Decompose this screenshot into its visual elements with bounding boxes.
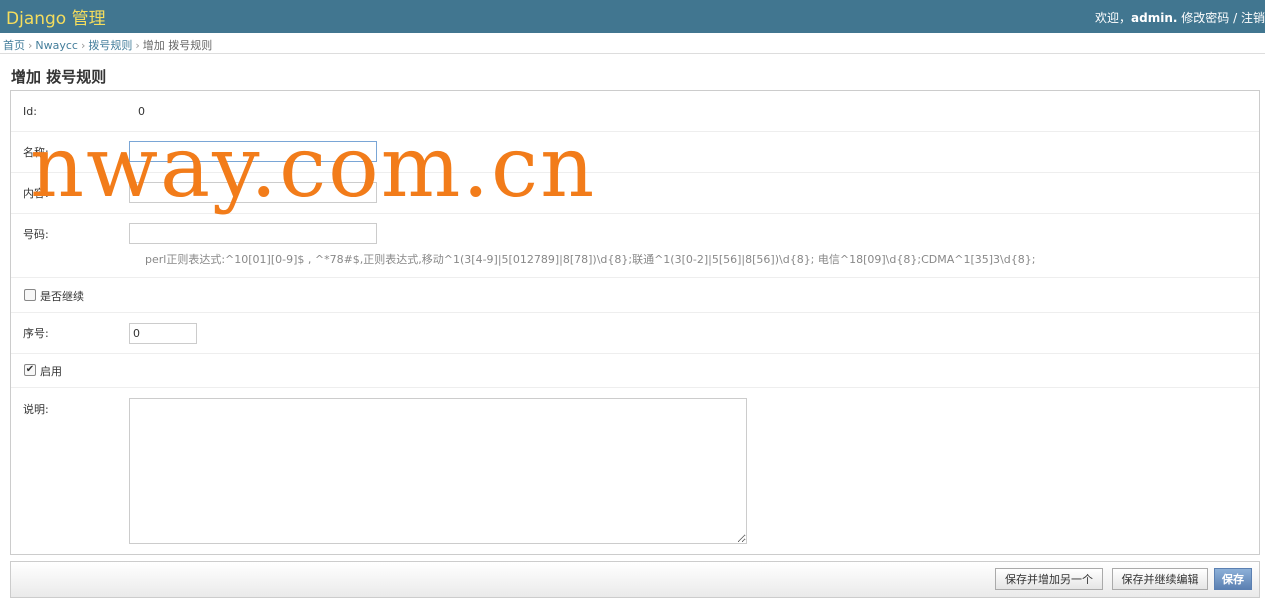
form-row-inherit: 是否继续 (11, 278, 1259, 313)
id-value: 0 (138, 105, 145, 118)
logout-link[interactable]: 注销 (1241, 11, 1265, 25)
breadcrumb-separator: › (80, 39, 86, 52)
header-bar: Django 管理 欢迎，admin. 修改密码 / 注销 (0, 0, 1265, 33)
save-add-another-button[interactable]: 保存并增加另一个 (995, 568, 1103, 590)
form-row-name: 名称: (11, 132, 1259, 173)
save-button[interactable]: 保存 (1214, 568, 1252, 590)
number-label: 号码: (23, 228, 49, 241)
user-tools: 欢迎，admin. 修改密码 / 注销 (1095, 9, 1265, 26)
form-row-content: 内容: (11, 173, 1259, 214)
change-password-link[interactable]: 修改密码 (1181, 11, 1229, 25)
breadcrumb-separator: › (135, 39, 140, 52)
inherit-checkbox[interactable] (24, 289, 36, 301)
form-row-enabled: ✔ 启用 (11, 354, 1259, 388)
breadcrumb: 首页 › Nwaycc › 拨号规则 › 增加 拨号规则 (0, 33, 1265, 54)
form-row-id: Id: 0 (11, 91, 1259, 132)
page-title: 增加 拨号规则 (11, 68, 107, 86)
description-field[interactable] (129, 398, 747, 544)
breadcrumb-app[interactable]: Nwaycc (35, 39, 78, 52)
number-field[interactable] (129, 223, 377, 244)
site-branding[interactable]: Django 管理 (6, 4, 106, 29)
form-row-number: 号码: perl正则表达式:^10[01][0-9]$ , ^*78#$,正则表… (11, 214, 1259, 278)
breadcrumb-home[interactable]: 首页 (3, 39, 25, 52)
user-tools-separator: / (1233, 11, 1238, 25)
username: admin. (1131, 11, 1178, 25)
form-module: Id: 0 名称: 内容: 号码: perl正则表达式:^10[01][0-9]… (10, 90, 1260, 555)
breadcrumb-separator: › (28, 39, 33, 52)
number-help-text: perl正则表达式:^10[01][0-9]$ , ^*78#$,正则表达式,移… (145, 253, 1036, 266)
breadcrumb-model[interactable]: 拨号规则 (88, 39, 132, 52)
content-label: 内容: (23, 187, 49, 200)
id-label: Id: (23, 105, 37, 118)
inherit-label: 是否继续 (40, 290, 84, 303)
welcome-text: 欢迎， (1095, 11, 1132, 25)
name-field[interactable] (129, 141, 377, 162)
breadcrumb-current: 增加 拨号规则 (142, 39, 213, 52)
form-row-order: 序号: (11, 313, 1259, 354)
order-field[interactable] (129, 323, 197, 344)
content-field[interactable] (129, 182, 377, 203)
enabled-label: 启用 (40, 365, 62, 378)
enabled-checkbox[interactable]: ✔ (24, 364, 36, 376)
order-label: 序号: (23, 327, 49, 340)
name-label: 名称: (23, 146, 49, 159)
description-label: 说明: (23, 403, 49, 416)
submit-row: 保存并增加另一个 保存并继续编辑 保存 (10, 561, 1260, 598)
save-continue-button[interactable]: 保存并继续编辑 (1112, 568, 1208, 590)
